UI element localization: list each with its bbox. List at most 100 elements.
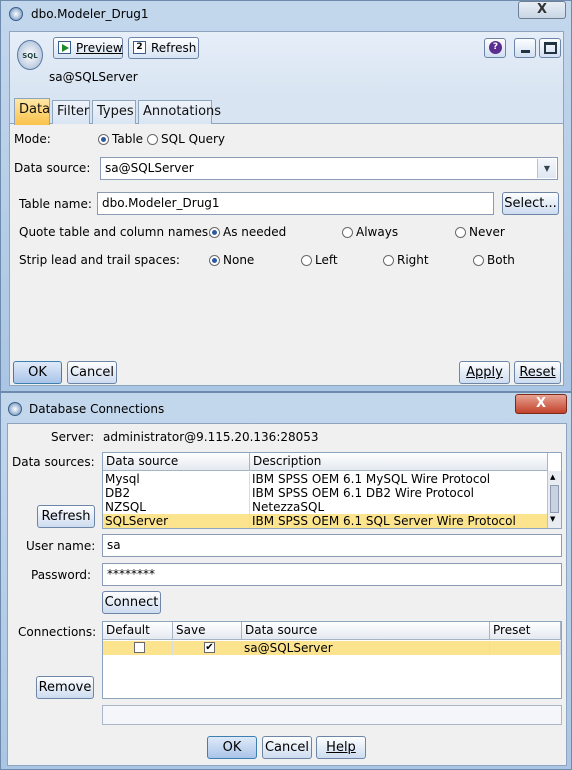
ok-button[interactable]: OK [13,361,62,384]
col-header-preset[interactable]: Preset [490,622,561,640]
connect-button[interactable]: Connect [102,591,161,614]
row-description: IBM SPSS OEM 6.1 SQL Server Wire Protoco… [250,514,548,528]
mode-table-radio[interactable] [98,134,109,145]
dialog-body: SQL Preview 2 Refresh ? sa@SQLServer Dat… [9,31,564,386]
reset-button[interactable]: Reset [514,361,561,384]
tab-types[interactable]: Types [92,100,136,124]
help-button[interactable]: ? [484,38,506,58]
row-description: NetezzaSQL [250,500,548,514]
node-name: sa@SQLServer [49,70,138,84]
minimize-icon [521,50,530,53]
maximize-button[interactable] [539,38,561,58]
quote-label: Quote table and column names: [19,225,213,239]
db-ok-button[interactable]: OK [207,736,257,759]
database-connections-window: Database Connections X Server: administr… [0,392,572,770]
mode-table-label: Table [112,132,144,146]
row-description: IBM SPSS OEM 6.1 MySQL Wire Protocol [250,472,548,486]
connections-table[interactable]: Default Save Data source Preset sa@SQLSe… [102,621,562,699]
db-dialog-body: Server: administrator@9.115.20.136:28053… [7,423,567,766]
scroll-thumb[interactable] [550,485,559,513]
connections-label: Connections: [18,625,97,639]
toolbar: SQL Preview 2 Refresh ? sa@SQLServer [10,32,563,96]
db-window-title: Database Connections [29,402,165,416]
tab-annotations[interactable]: Annotations [138,100,221,124]
col-header-save[interactable]: Save [173,622,242,640]
app-icon [9,7,23,21]
play-icon [58,41,71,54]
remove-button[interactable]: Remove [36,676,94,699]
cancel-button[interactable]: Cancel [67,361,117,384]
table-row[interactable]: NZSQL NetezzaSQL [103,500,548,514]
strip-right-label: Right [397,253,429,267]
strip-label: Strip lead and trail spaces: [19,253,180,267]
user-name-label: User name: [26,539,96,553]
mode-label: Mode: [14,132,51,146]
user-name-input[interactable]: sa [102,534,562,557]
data-source-dropdown[interactable]: sa@SQLServer ▼ [100,157,558,180]
close-icon: X [536,2,548,17]
db-title-bar[interactable]: Database Connections X [1,393,571,419]
col-header-description[interactable]: Description [250,453,548,471]
data-source-value: sa@SQLServer [105,161,194,175]
quote-never-radio[interactable] [455,227,466,238]
col-header-data-source[interactable]: Data source [103,453,250,471]
table-row[interactable]: Mysql IBM SPSS OEM 6.1 MySQL Wire Protoc… [103,472,548,486]
tab-data[interactable]: Data [14,98,50,125]
title-bar[interactable]: dbo.Modeler_Drug1 X [1,1,571,27]
col-header-data-source[interactable]: Data source [242,622,490,640]
status-field [102,705,562,725]
table-name-input[interactable]: dbo.Modeler_Drug1 [97,192,494,215]
col-header-default[interactable]: Default [103,622,173,640]
refresh-sources-button[interactable]: Refresh [37,505,95,528]
table-row[interactable]: DB2 IBM SPSS OEM 6.1 DB2 Wire Protocol [103,486,548,500]
table-name-value: dbo.Modeler_Drug1 [102,196,220,210]
apply-button[interactable]: Apply [459,361,510,384]
data-sources-table[interactable]: Data source Description Mysql IBM SPSS O… [102,452,562,529]
checkmark-icon: ✔ [205,642,214,653]
close-button[interactable]: X [518,1,566,19]
default-checkbox[interactable] [134,642,145,653]
row-source: NZSQL [103,500,250,514]
connection-row[interactable]: sa@SQLServer [103,641,561,655]
strip-both-label: Both [487,253,515,267]
strip-none-radio[interactable] [209,255,220,266]
quote-never-label: Never [469,225,505,239]
strip-right-radio[interactable] [383,255,394,266]
db-cancel-button[interactable]: Cancel [262,736,312,759]
refresh-label: Refresh [151,41,197,55]
chevron-down-icon[interactable]: ▼ [537,159,556,178]
select-button[interactable]: Select... [502,192,559,215]
strip-left-label: Left [315,253,338,267]
strip-both-radio[interactable] [473,255,484,266]
close-icon: X [535,396,547,411]
table-name-label: Table name: [19,197,92,211]
scroll-up-icon[interactable]: ▲ [550,473,555,481]
row-source: SQLServer [103,514,250,528]
data-sources-label: Data sources: [12,455,95,469]
quote-always-radio[interactable] [342,227,353,238]
table-row-selected[interactable]: SQLServer IBM SPSS OEM 6.1 SQL Server Wi… [103,514,548,528]
tab-filter[interactable]: Filter [52,100,90,124]
strip-left-radio[interactable] [301,255,312,266]
db-close-button[interactable]: X [515,394,567,414]
vertical-scrollbar[interactable]: ▲ ▼ [547,471,561,528]
tab-bar: Data Filter Types Annotations [10,96,563,125]
connection-source: sa@SQLServer [242,641,490,655]
quote-as-needed-radio[interactable] [209,227,220,238]
scroll-down-icon[interactable]: ▼ [550,515,555,523]
preview-button[interactable]: Preview [53,37,123,59]
refresh-button[interactable]: 2 Refresh [128,37,199,59]
password-input[interactable]: ******** [102,563,562,586]
help-text-button[interactable]: Help [316,736,366,759]
data-source-label: Data source: [14,161,91,175]
server-label: Server: [51,430,95,444]
row-source: Mysql [103,472,250,486]
save-checkbox[interactable]: ✔ [204,642,215,653]
mode-sql-query-radio[interactable] [147,134,158,145]
strip-none-label: None [223,253,255,267]
password-label: Password: [31,568,92,582]
database-node-icon: SQL [17,40,43,70]
minimize-button[interactable] [514,38,536,58]
row-description: IBM SPSS OEM 6.1 DB2 Wire Protocol [250,486,548,500]
quote-always-label: Always [356,225,399,239]
